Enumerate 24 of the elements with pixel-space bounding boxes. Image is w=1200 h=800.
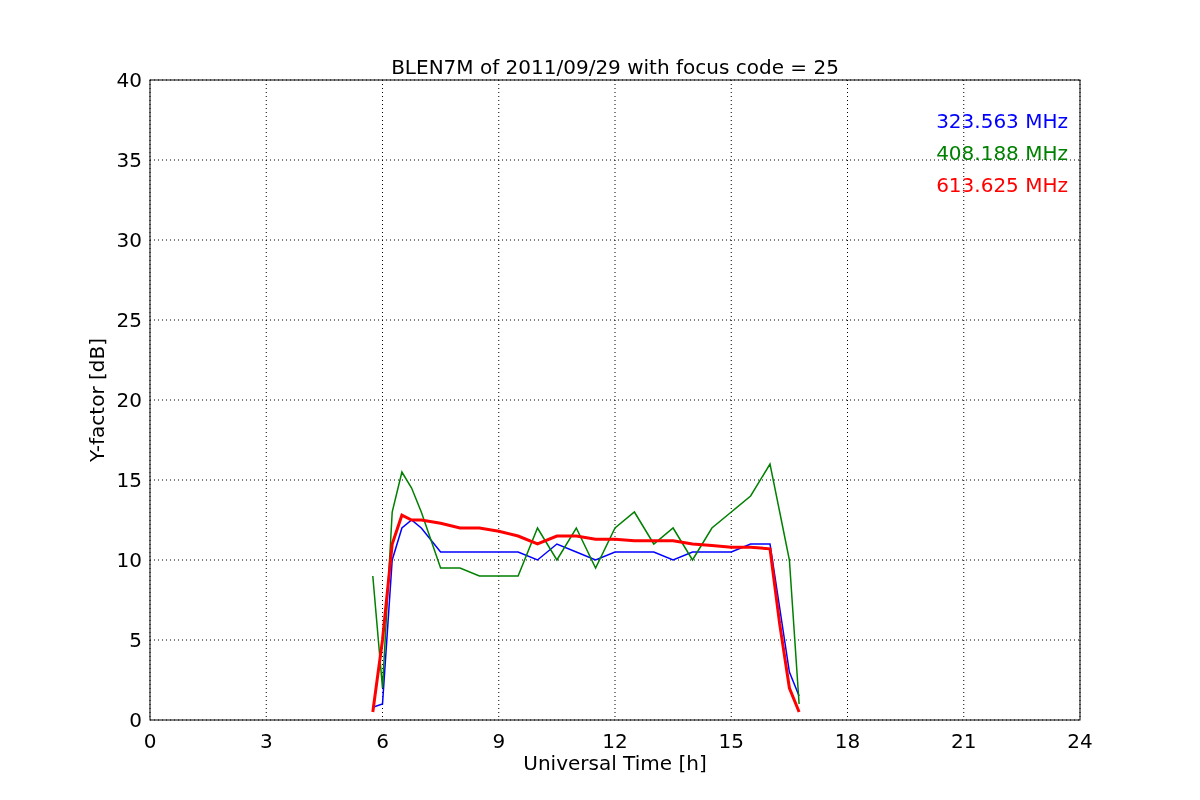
legend-label: 408.188 MHz xyxy=(936,141,1068,165)
tick-label: 5 xyxy=(129,628,142,652)
legend-label: 323.563 MHz xyxy=(936,109,1068,133)
tick-label: 35 xyxy=(116,148,142,172)
legend-label: 613.625 MHz xyxy=(936,173,1068,197)
axis-label: Universal Time [h] xyxy=(523,751,707,775)
tick-label: 20 xyxy=(116,388,142,412)
chart-title: BLEN7M of 2011/09/29 with focus code = 25 xyxy=(391,55,839,79)
tick-label: 25 xyxy=(116,308,142,332)
tick-label: 12 xyxy=(602,729,628,753)
tick-label: 30 xyxy=(116,228,142,252)
tick-label: 0 xyxy=(143,729,157,753)
tick-label: 0 xyxy=(129,708,142,732)
tick-label: 40 xyxy=(116,68,142,92)
tick-label: 15 xyxy=(718,729,744,753)
tick-label: 10 xyxy=(116,548,142,572)
tick-label: 6 xyxy=(376,729,389,753)
tick-label: 18 xyxy=(834,729,861,753)
tick-label: 9 xyxy=(492,729,506,753)
tick-label: 15 xyxy=(116,468,142,492)
tick-label: 3 xyxy=(259,729,273,753)
axis-label: Y-factor [dB] xyxy=(85,338,109,462)
tick-label: 24 xyxy=(1067,729,1093,753)
tick-label: 21 xyxy=(951,729,977,753)
